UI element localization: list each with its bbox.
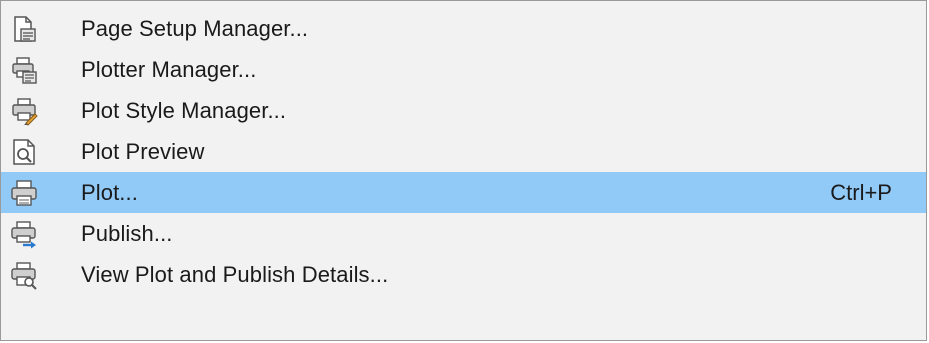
shortcut-label: Ctrl+P <box>830 179 892 205</box>
page-setup-icon <box>1 8 47 49</box>
publish-icon <box>1 213 47 254</box>
menu-item-label: View Plot and Publish Details... <box>81 261 389 287</box>
menu-item-label: Plot... <box>81 179 138 205</box>
plot-style-icon <box>1 90 47 131</box>
menu-list: Page Setup Manager... Plotter Manager... <box>1 8 926 295</box>
printer-icon <box>1 172 47 213</box>
menu-item-publish[interactable]: Publish... <box>1 213 926 254</box>
menu-item-label: Page Setup Manager... <box>81 15 309 41</box>
menu-item-view-plot-publish-details[interactable]: View Plot and Publish Details... <box>1 254 926 295</box>
menu-item-plot-style-manager[interactable]: Plot Style Manager... <box>1 90 926 131</box>
plot-context-menu: Page Setup Manager... Plotter Manager... <box>0 0 927 341</box>
menu-item-plot-preview[interactable]: Plot Preview <box>1 131 926 172</box>
menu-item-plot[interactable]: Plot... Ctrl+P <box>1 172 926 213</box>
menu-item-page-setup-manager[interactable]: Page Setup Manager... <box>1 8 926 49</box>
menu-item-label: Plotter Manager... <box>81 56 257 82</box>
menu-item-label: Plot Style Manager... <box>81 97 287 123</box>
menu-item-plotter-manager[interactable]: Plotter Manager... <box>1 49 926 90</box>
menu-item-label: Publish... <box>81 220 173 246</box>
menu-item-label: Plot Preview <box>81 138 205 164</box>
plotter-manager-icon <box>1 49 47 90</box>
plot-preview-icon <box>1 131 47 172</box>
plot-details-icon <box>1 254 47 295</box>
